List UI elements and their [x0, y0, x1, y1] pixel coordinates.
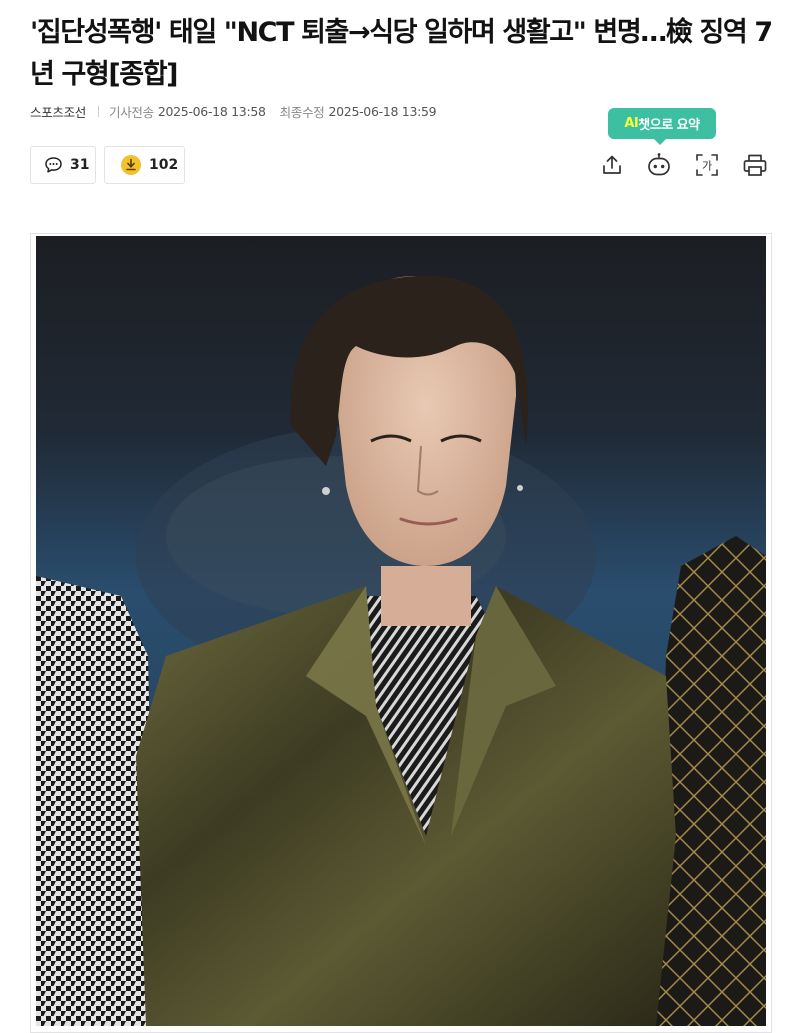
reaction-button[interactable]: 102 — [104, 146, 185, 184]
share-icon — [603, 155, 621, 174]
ai-bot-icon — [648, 153, 670, 176]
ai-summary-button[interactable] — [642, 148, 676, 182]
modified-label: 최종수정 — [279, 104, 325, 120]
print-button[interactable] — [738, 148, 772, 182]
ai-summary-tooltip[interactable]: AI 챗으로 요약 — [608, 108, 716, 145]
sent-label: 기사전송 — [109, 104, 154, 120]
ai-tooltip-text: 챗으로 요약 — [638, 118, 700, 133]
comment-button[interactable]: 31 — [30, 146, 96, 184]
like-count: 102 — [149, 157, 179, 173]
article-headline: '집단성폭행' 태일 "NCT 퇴출→식당 일하며 생활고" 변명…檢 징역 7… — [30, 17, 773, 90]
font-size-label: 가 — [702, 160, 712, 173]
font-size-icon: 가 — [696, 154, 718, 176]
sent-time: 2025-06-18 13:58 — [157, 103, 266, 119]
comment-icon — [45, 157, 62, 173]
ai-tooltip-prefix: AI — [624, 116, 639, 131]
article-photo — [36, 236, 766, 1026]
share-button[interactable] — [595, 148, 629, 182]
print-icon — [743, 154, 767, 176]
article-meta: 스포츠조선 기사전송 2025-06-18 13:58 최종수정 2025-06… — [30, 101, 437, 121]
comment-count: 31 — [70, 157, 90, 173]
reaction-icon — [121, 155, 141, 175]
press-name[interactable]: 스포츠조선 — [30, 102, 86, 121]
meta-divider — [98, 105, 100, 117]
font-size-button[interactable]: 가 — [690, 148, 724, 182]
modified-time: 2025-06-18 13:59 — [328, 103, 437, 119]
